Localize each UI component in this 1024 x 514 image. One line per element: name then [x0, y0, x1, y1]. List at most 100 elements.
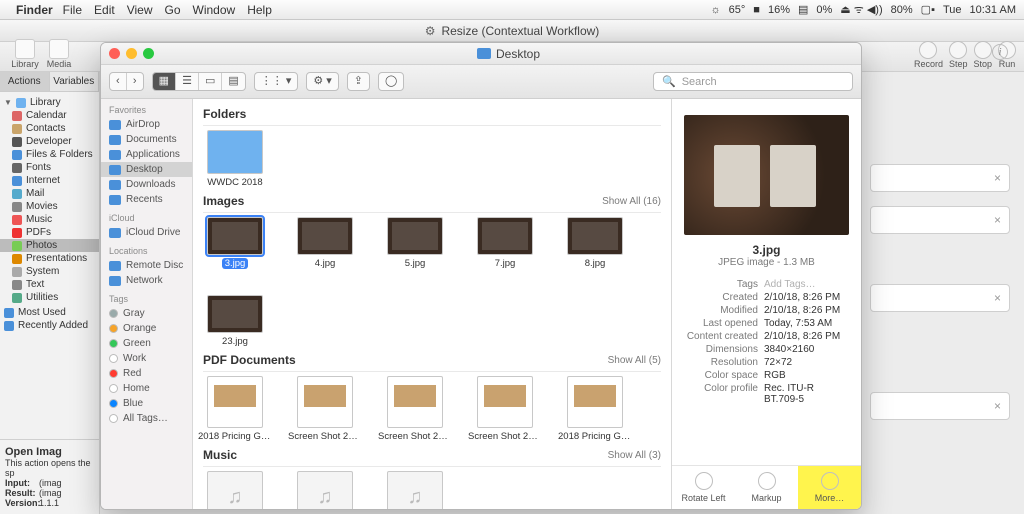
library-item[interactable]: Calendar [0, 109, 99, 122]
view-switcher[interactable]: ▦☰▭▤ [152, 72, 246, 91]
tab-variables[interactable]: Variables [50, 72, 100, 91]
meta-row: Dimensions3840×2160 [682, 343, 851, 356]
sidebar-item[interactable]: iCloud Drive [101, 225, 192, 240]
sidebar-tag[interactable]: Gray [101, 306, 192, 321]
workflow-step[interactable]: × [870, 164, 1010, 192]
close-icon[interactable]: × [994, 171, 1001, 185]
automator-titlebar: ⚙ Resize (Contextual Workflow) [0, 20, 1024, 42]
file-item[interactable]: 7.jpg [473, 217, 537, 269]
share-button[interactable]: ⇪ [347, 72, 370, 91]
desc-text: This action opens the sp [5, 458, 94, 478]
library-item[interactable]: Presentations [0, 252, 99, 265]
menu-file[interactable]: File [63, 3, 82, 17]
meta-row[interactable]: TagsAdd Tags… [682, 278, 851, 291]
workflow-step[interactable]: × [870, 284, 1010, 312]
nav-back-forward[interactable]: ‹› [109, 72, 144, 91]
file-item[interactable]: 8.jpg [563, 217, 627, 269]
sidebar-tag[interactable]: Green [101, 336, 192, 351]
app-name[interactable]: Finder [16, 3, 53, 17]
library-item[interactable]: Recently Added [0, 319, 99, 332]
show-all-link[interactable]: Show All (3) [608, 450, 661, 461]
zoom-window-button[interactable] [143, 48, 154, 59]
step-button[interactable] [949, 41, 967, 59]
sidebar-item[interactable]: AirDrop [101, 117, 192, 132]
library-item[interactable]: Files & Folders [0, 148, 99, 161]
library-item[interactable]: Developer [0, 135, 99, 148]
library-item[interactable]: Movies [0, 200, 99, 213]
sidebar-tag[interactable]: Red [101, 366, 192, 381]
preview-action-button[interactable]: Rotate Left [672, 466, 735, 509]
sidebar-item[interactable]: Applications [101, 147, 192, 162]
record-button[interactable] [919, 41, 937, 59]
file-item[interactable]: ♫First Dance.mp3 [203, 471, 267, 509]
close-icon[interactable]: × [994, 291, 1001, 305]
library-item[interactable]: Text [0, 278, 99, 291]
library-item[interactable]: Utilities [0, 291, 99, 304]
tb-media[interactable]: Media [42, 39, 76, 69]
info-icon[interactable]: i [992, 44, 1008, 60]
library-item[interactable]: Fonts [0, 161, 99, 174]
tb-library[interactable]: Library [8, 39, 42, 69]
sidebar-tag[interactable]: Blue [101, 396, 192, 411]
preview-action-button[interactable]: Markup [735, 466, 798, 509]
menu-edit[interactable]: Edit [94, 3, 115, 17]
file-item[interactable]: Screen Shot 2018-0…4.1 2.pdf [383, 376, 447, 442]
sidebar-item[interactable]: Recents [101, 192, 192, 207]
file-item[interactable]: 23.jpg [203, 295, 267, 347]
library-item[interactable]: System [0, 265, 99, 278]
sidebar-tag[interactable]: All Tags… [101, 411, 192, 426]
library-item[interactable]: PDFs [0, 226, 99, 239]
menu-help[interactable]: Help [247, 3, 272, 17]
library-root[interactable]: ▼Library [0, 96, 99, 109]
show-all-link[interactable]: Show All (5) [608, 355, 661, 366]
sidebar-item[interactable]: Remote Disc [101, 258, 192, 273]
close-icon[interactable]: × [994, 399, 1001, 413]
workflow-step[interactable]: × [870, 392, 1010, 420]
file-item[interactable]: WWDC 2018 [203, 130, 267, 188]
sidebar-tag[interactable]: Work [101, 351, 192, 366]
file-item[interactable]: ♫Walk down the [293, 471, 357, 509]
sidebar-tag[interactable]: Orange [101, 321, 192, 336]
preview-action-button[interactable]: More… [798, 466, 861, 509]
file-item[interactable]: ♫bridesmaid [383, 471, 447, 509]
tab-actions[interactable]: Actions [0, 72, 50, 91]
action-menu[interactable]: ⚙ ▾ [306, 72, 338, 91]
file-item[interactable]: 4.jpg [293, 217, 357, 269]
file-item[interactable]: 2018 Pricing Guide (…rk) 5.pdf [203, 376, 267, 442]
library-item[interactable]: Internet [0, 174, 99, 187]
menu-view[interactable]: View [127, 3, 153, 17]
meta-row: Last openedToday, 7:53 AM [682, 317, 851, 330]
file-item[interactable]: 3.jpg [203, 217, 267, 269]
sidebar-item[interactable]: Network [101, 273, 192, 288]
minimize-window-button[interactable] [126, 48, 137, 59]
library-item[interactable]: Most Used [0, 306, 99, 319]
sidebar-tag[interactable]: Home [101, 381, 192, 396]
file-item[interactable]: Screen Shot 2018-0…at 4.1.pdf [473, 376, 537, 442]
search-field[interactable]: 🔍Search [653, 72, 853, 91]
file-item[interactable]: 5.jpg [383, 217, 447, 269]
library-item[interactable]: Contacts [0, 122, 99, 135]
stop-button[interactable] [974, 41, 992, 59]
workflow-step[interactable]: × [870, 206, 1010, 234]
sidebar-hd-favorites: Favorites [101, 99, 192, 117]
tags-button[interactable]: ◯ [378, 72, 404, 91]
library-item[interactable]: Music [0, 213, 99, 226]
sidebar-item[interactable]: Documents [101, 132, 192, 147]
show-all-link[interactable]: Show All (16) [602, 196, 661, 207]
finder-content[interactable]: Folders WWDC 2018 ImagesShow All (16) 3.… [193, 99, 671, 509]
file-item[interactable]: Screen Shot 2018-0…07 at .pdf [293, 376, 357, 442]
sidebar-item[interactable]: Desktop [101, 162, 192, 177]
preview-thumbnail [684, 115, 849, 235]
sidebar-item[interactable]: Downloads [101, 177, 192, 192]
menu-go[interactable]: Go [165, 3, 181, 17]
close-icon[interactable]: × [994, 213, 1001, 227]
menu-window[interactable]: Window [193, 3, 236, 17]
automator-sidebar: Actions Variables ▼Library CalendarConta… [0, 72, 100, 514]
library-item[interactable]: Photos [0, 239, 99, 252]
status-battery: 80% [891, 4, 913, 16]
file-item[interactable]: 2018 Pricing Guide.pdf [563, 376, 627, 442]
arrange-menu[interactable]: ⋮⋮ ▾ [254, 72, 299, 91]
library-item[interactable]: Mail [0, 187, 99, 200]
finder-titlebar[interactable]: Desktop [101, 43, 861, 65]
close-window-button[interactable] [109, 48, 120, 59]
